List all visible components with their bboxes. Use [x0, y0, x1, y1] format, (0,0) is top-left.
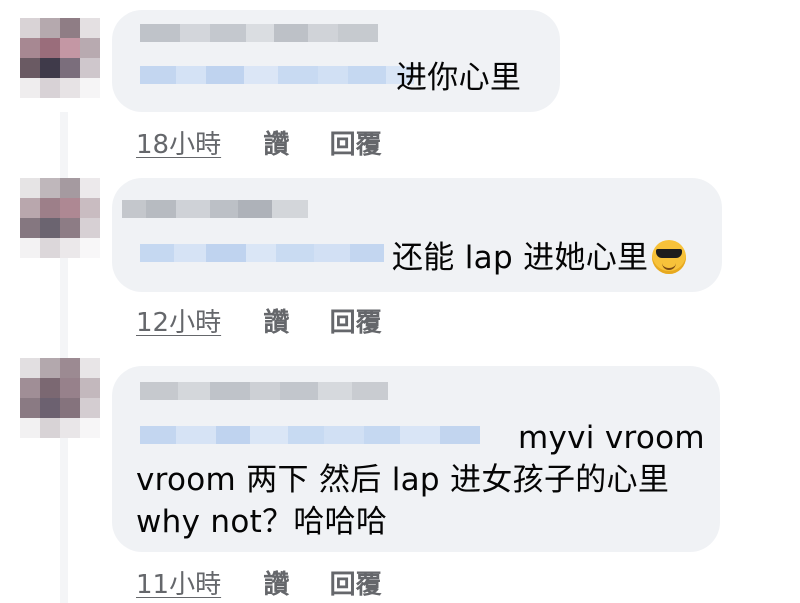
timestamp-link[interactable]: 11小時	[136, 570, 221, 600]
like-button[interactable]: 讚	[263, 570, 289, 600]
redacted-author-name[interactable]	[122, 200, 308, 218]
redacted-author-name[interactable]	[140, 24, 378, 42]
like-button[interactable]: 讚	[263, 308, 289, 338]
comment-bubble: 进你心里	[112, 10, 560, 112]
comment-text: why not？哈哈哈	[136, 502, 387, 542]
comment-text-line: vroom 两下 然后 lap 进女孩子的心里	[136, 462, 670, 498]
comment-actions: 12小時 讚 回覆	[136, 302, 382, 339]
comment-text-line: 进你心里	[396, 60, 522, 96]
reply-button[interactable]: 回覆	[330, 130, 382, 160]
redacted-mention[interactable]	[140, 426, 480, 444]
comment-actions: 11小時 讚 回覆	[136, 564, 382, 601]
comment-text-line: why not？哈哈哈	[136, 504, 388, 540]
comment-text-line: myvi vroom	[518, 420, 705, 456]
reply-button[interactable]: 回覆	[330, 308, 382, 338]
comment-text: myvi vroom	[518, 418, 705, 458]
comment-text: 进你心里	[396, 58, 521, 98]
timestamp-link[interactable]: 18小時	[136, 130, 221, 160]
comment-actions: 18小時 讚 回覆	[136, 124, 382, 161]
comment-text: vroom 两下 然后 lap 进女孩子的心里	[136, 460, 669, 500]
comment-bubble: 还能 lap 进她心里	[112, 178, 722, 292]
like-button[interactable]: 讚	[263, 130, 289, 160]
comment-bubble: myvi vroom vroom 两下 然后 lap 进女孩子的心里 why n…	[112, 366, 720, 552]
comment-text: 还能 lap 进她心里	[392, 238, 687, 278]
sunglasses-face-icon	[652, 240, 687, 274]
avatar[interactable]	[20, 18, 100, 98]
timestamp-link[interactable]: 12小時	[136, 308, 221, 338]
avatar[interactable]	[20, 358, 100, 438]
redacted-author-name[interactable]	[140, 382, 388, 400]
redacted-mention[interactable]	[140, 66, 414, 84]
redacted-mention[interactable]	[140, 244, 384, 262]
comment-text-line: 还能 lap 进她心里	[392, 240, 649, 276]
reply-button[interactable]: 回覆	[330, 570, 382, 600]
avatar[interactable]	[20, 178, 100, 258]
